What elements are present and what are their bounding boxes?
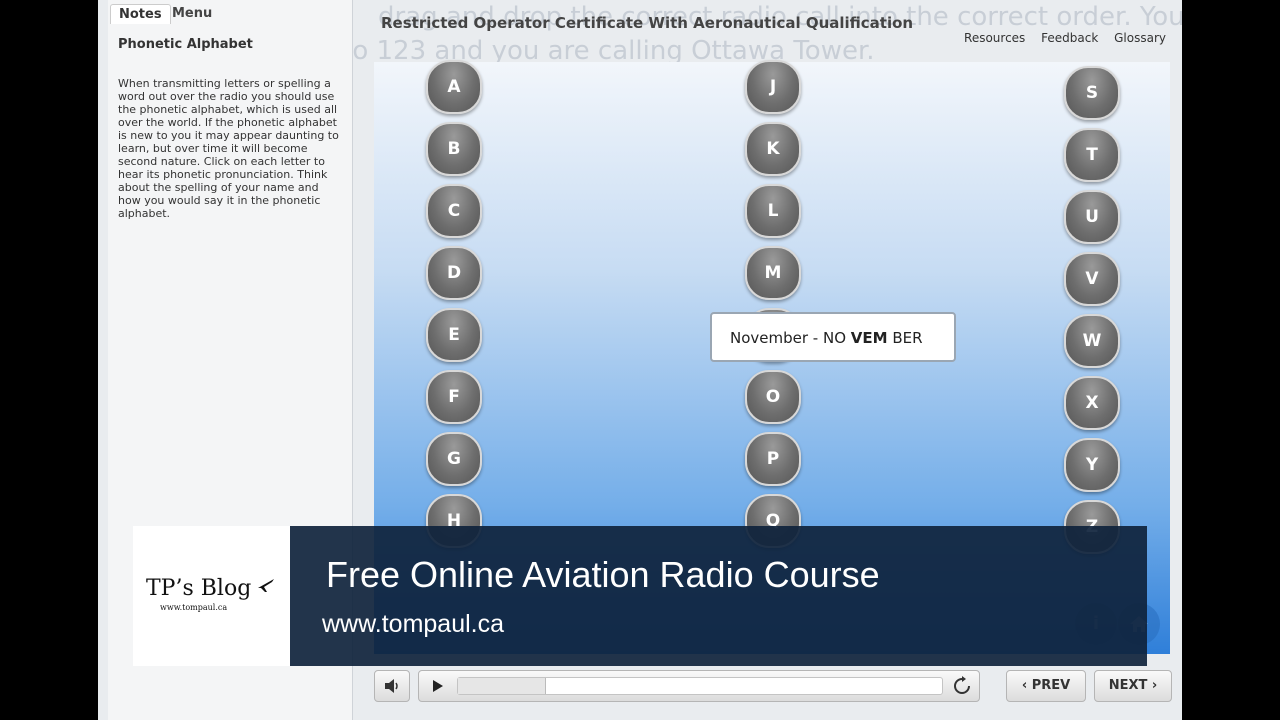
- letter-button-x[interactable]: X: [1064, 376, 1120, 430]
- resources-link[interactable]: Resources: [964, 31, 1025, 45]
- top-links: Resources Feedback Glossary: [952, 31, 1166, 45]
- pronunciation-tooltip: November - NO VEM BER: [710, 312, 956, 362]
- prev-button[interactable]: ‹ PREV: [1006, 670, 1086, 702]
- letter-button-s[interactable]: S: [1064, 66, 1120, 120]
- letter-button-d[interactable]: D: [426, 246, 482, 300]
- letter-button-t[interactable]: T: [1064, 128, 1120, 182]
- tooltip-prefix: November - NO: [730, 329, 851, 347]
- tooltip-suffix: BER: [887, 329, 923, 347]
- letter-button-m[interactable]: M: [745, 246, 801, 300]
- blog-logo-title: TP’s Blog: [146, 576, 252, 601]
- notes-title: Phonetic Alphabet: [118, 37, 253, 52]
- letter-button-f[interactable]: F: [426, 370, 482, 424]
- blog-logo-url: www.tompaul.ca: [160, 603, 228, 612]
- letter-button-v[interactable]: V: [1064, 252, 1120, 306]
- letter-button-k[interactable]: K: [745, 122, 801, 176]
- letter-button-l[interactable]: L: [745, 184, 801, 238]
- course-title: Restricted Operator Certificate With Aer…: [381, 14, 914, 32]
- progress-bar[interactable]: [457, 677, 943, 695]
- next-label-wrap: NEXT ›: [1095, 671, 1171, 701]
- letter-button-p[interactable]: P: [745, 432, 801, 486]
- glossary-link[interactable]: Glossary: [1114, 31, 1166, 45]
- letter-button-g[interactable]: G: [426, 432, 482, 486]
- feedback-link[interactable]: Feedback: [1041, 31, 1098, 45]
- tooltip-stress: VEM: [850, 329, 888, 347]
- prev-label: PREV: [1031, 678, 1071, 693]
- tab-menu[interactable]: Menu: [164, 4, 220, 23]
- letter-button-e[interactable]: E: [426, 308, 482, 362]
- notes-body: When transmitting letters or spelling a …: [118, 77, 339, 220]
- banner-url: www.tompaul.ca: [322, 610, 505, 638]
- speaker-icon: [385, 679, 398, 693]
- letter-button-u[interactable]: U: [1064, 190, 1120, 244]
- panel-tabs: Notes Menu: [108, 0, 352, 28]
- next-button[interactable]: NEXT ›: [1094, 670, 1172, 702]
- video-banner: [290, 526, 1147, 666]
- letter-button-b[interactable]: B: [426, 122, 482, 176]
- letter-button-w[interactable]: W: [1064, 314, 1120, 368]
- letter-button-c[interactable]: C: [426, 184, 482, 238]
- next-label: NEXT: [1108, 678, 1148, 693]
- prev-label-wrap: ‹ PREV: [1007, 671, 1085, 701]
- letter-button-o[interactable]: O: [745, 370, 801, 424]
- play-icon[interactable]: [426, 676, 448, 696]
- progress-fill: [458, 678, 547, 694]
- volume-button[interactable]: [374, 670, 410, 702]
- banner-title: Free Online Aviation Radio Course: [326, 554, 880, 595]
- chevron-left-icon: ‹: [1021, 678, 1032, 693]
- tab-notes[interactable]: Notes: [110, 4, 171, 24]
- letter-button-a[interactable]: A: [426, 60, 482, 114]
- plane-icon: [258, 579, 274, 592]
- letter-button-j[interactable]: J: [745, 60, 801, 114]
- replay-icon[interactable]: [952, 676, 972, 696]
- letter-button-y[interactable]: Y: [1064, 438, 1120, 492]
- chevron-right-icon: ›: [1147, 678, 1158, 693]
